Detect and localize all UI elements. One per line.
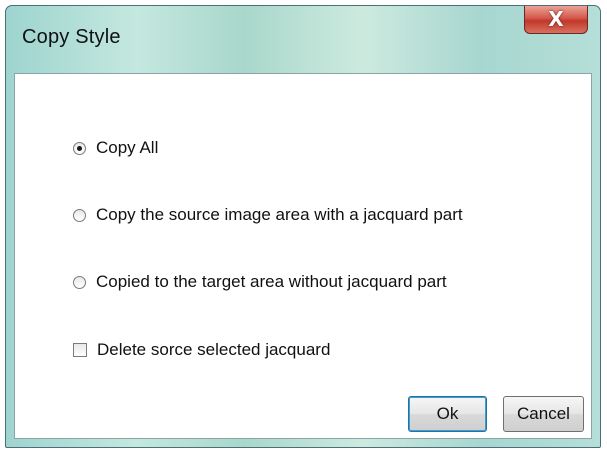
copy-style-dialog: Copy Style X Copy All Copy the source im… [5,5,601,448]
checkbox[interactable] [73,343,87,357]
dialog-content: Copy All Copy the source image area with… [14,73,592,439]
radio-label: Copy All [96,138,159,157]
radio-copy-source-with-jacquard[interactable]: Copy the source image area with a jacqua… [73,205,463,225]
close-icon: X [548,7,564,31]
radio-copy-target-without-jacquard[interactable]: Copied to the target area without jacqua… [73,272,447,292]
title-bar[interactable]: Copy Style X [6,6,600,62]
radio-copy-all[interactable]: Copy All [73,138,158,158]
close-button[interactable]: X [524,6,588,34]
cancel-button-label: Cancel [517,404,570,423]
radio-label: Copied to the target area without jacqua… [96,272,447,291]
checkbox-label: Delete sorce selected jacquard [97,340,331,359]
ok-button-label: Ok [436,404,459,423]
cancel-button[interactable]: Cancel [503,396,584,432]
checkbox-delete-source-jacquard[interactable]: Delete sorce selected jacquard [73,340,330,360]
dialog-title: Copy Style [22,26,121,48]
radio-button-checked[interactable] [73,141,86,155]
radio-button[interactable] [73,275,86,289]
radio-button[interactable] [73,208,86,222]
ok-button[interactable]: Ok [408,396,487,432]
radio-label: Copy the source image area with a jacqua… [96,205,463,224]
